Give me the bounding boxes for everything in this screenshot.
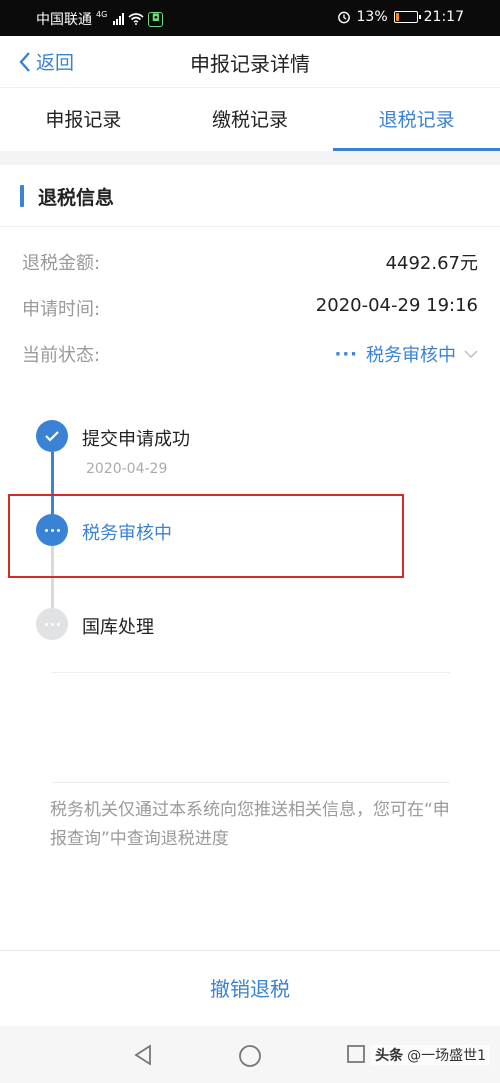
timeline-date-submitted: 2020-04-29 <box>86 461 168 477</box>
ellipsis-icon <box>44 622 60 626</box>
battery-icon <box>393 11 421 23</box>
section-header: 退税信息 <box>0 165 500 227</box>
current-status-label: 当前状态: <box>22 345 101 366</box>
current-status-row: 当前状态: ··· 税务审核中 <box>22 341 478 371</box>
section-title: 退税信息 <box>38 187 115 209</box>
system-nav-bar: 头条 @一场盛世1 <box>0 1026 500 1083</box>
timeline-node-submitted <box>36 420 68 452</box>
nav-bar: 返回 申报记录详情 <box>0 36 500 88</box>
apply-time-label: 申请时间: <box>22 299 101 320</box>
section-gap <box>0 151 500 165</box>
recents-square-icon[interactable] <box>346 1044 366 1064</box>
status-dropdown[interactable]: ··· 税务审核中 <box>334 341 478 367</box>
status-bar: 中国联通 4G ◘ 13% 21:17 <box>0 0 500 36</box>
record-tabs: 申报记录 缴税记录 退税记录 <box>0 89 500 151</box>
network-type: 4G <box>96 9 108 19</box>
wifi-icon <box>128 13 144 25</box>
battery-percent: 13% <box>356 9 388 25</box>
refund-amount-value: 4492.67元 <box>385 253 478 274</box>
apply-time-value: 2020-04-29 19:16 <box>315 295 478 316</box>
divider <box>52 782 450 783</box>
status-left: 中国联通 4G ◘ <box>36 9 164 29</box>
cancel-refund-button[interactable]: 撤销退税 <box>0 950 500 1026</box>
clock: 21:17 <box>423 9 464 25</box>
alarm-icon <box>337 11 350 24</box>
apply-time-row: 申请时间: 2020-04-29 19:16 <box>22 295 478 325</box>
watermark: 头条 @一场盛世1 <box>371 1045 490 1065</box>
section-accent-bar <box>20 185 24 207</box>
divider <box>52 672 450 673</box>
signal-icon <box>113 13 125 25</box>
app-notification-icon: ◘ <box>148 11 164 27</box>
carrier-name: 中国联通 <box>36 12 92 28</box>
notice-text: 税务机关仅通过本系统向您推送相关信息，您可在“申报查询”中查询退税进度 <box>50 800 450 849</box>
tab-declaration-records[interactable]: 申报记录 <box>0 89 167 151</box>
annotation-highlight-box <box>8 494 404 578</box>
tab-payment-records[interactable]: 缴税记录 <box>167 89 334 151</box>
status-right: 13% 21:17 <box>337 9 464 25</box>
timeline-label-submitted: 提交申请成功 <box>82 429 190 450</box>
page-title: 申报记录详情 <box>190 52 310 76</box>
tab-refund-records[interactable]: 退税记录 <box>333 89 500 151</box>
home-circle-icon[interactable] <box>238 1044 262 1068</box>
watermark-logo: 头条 <box>375 1048 404 1064</box>
refund-amount-label: 退税金额: <box>22 253 101 274</box>
timeline-node-treasury <box>36 608 68 640</box>
timeline-label-treasury: 国库处理 <box>82 617 154 638</box>
more-dots-icon: ··· <box>334 343 358 365</box>
check-icon <box>45 431 59 442</box>
back-triangle-icon[interactable] <box>132 1044 154 1066</box>
chevron-down-icon <box>464 350 478 358</box>
refund-amount-row: 退税金额: 4492.67元 <box>22 249 478 279</box>
watermark-text: @一场盛世1 <box>407 1048 486 1064</box>
current-status-value: 税务审核中 <box>366 345 456 366</box>
